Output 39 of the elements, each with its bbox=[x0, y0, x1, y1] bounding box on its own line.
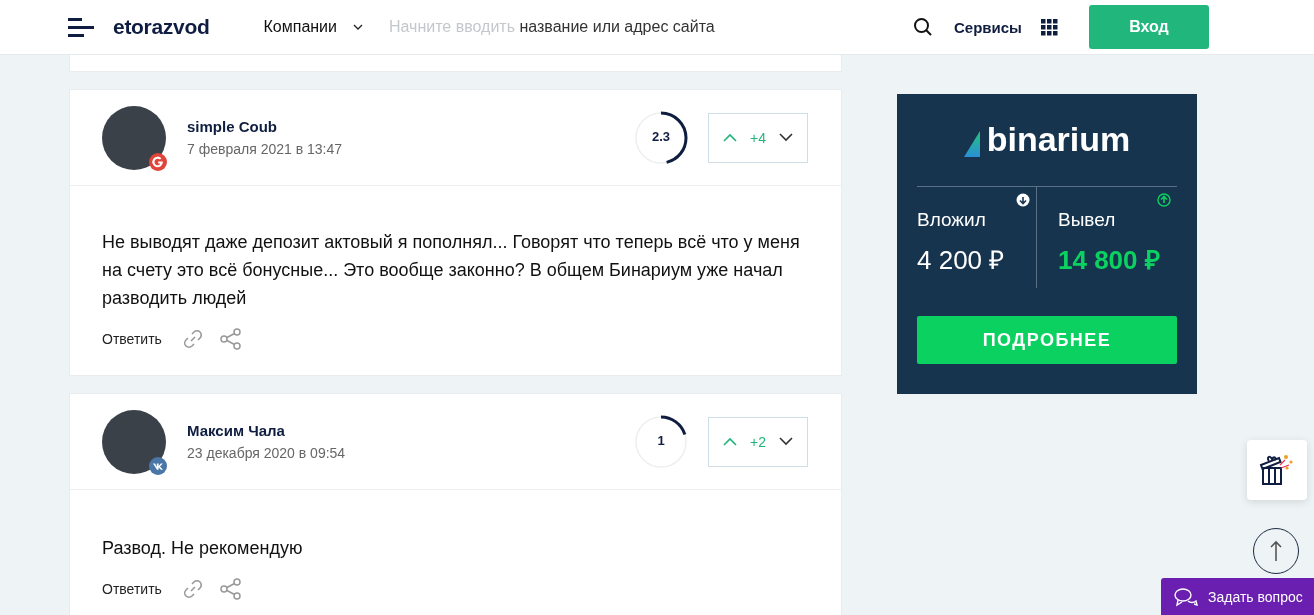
site-logo[interactable]: etorazvod bbox=[113, 15, 210, 39]
vote-count: +2 bbox=[750, 433, 766, 450]
rating-circle: 2.3 bbox=[634, 110, 688, 165]
stat-label: Вывел bbox=[1058, 209, 1117, 231]
review-text: Не выводят даже депозит актовый я пополнял... Говорят что теперь всё что у меня на счету это всё бонусные... Это вообще законно? В общем Бинариум уже начал разводить людей bbox=[102, 231, 801, 310]
chevron-down-icon bbox=[353, 24, 363, 30]
review-text: Развод. Не рекомендую bbox=[102, 537, 304, 560]
downvote-icon[interactable] bbox=[779, 133, 793, 142]
chat-bubbles-icon bbox=[1174, 586, 1198, 607]
author-name[interactable]: simple Coub bbox=[187, 118, 634, 135]
companies-dropdown[interactable]: Компании bbox=[263, 18, 363, 36]
stat-value: 4 200 ₽ bbox=[917, 244, 1006, 277]
gift-icon bbox=[1259, 453, 1295, 487]
stat-value: 14 800 ₽ bbox=[1058, 244, 1161, 277]
triangle-logo-icon bbox=[963, 131, 980, 157]
share-icon[interactable] bbox=[219, 578, 242, 600]
services-link[interactable]: Сервисы bbox=[954, 18, 1022, 36]
reply-link[interactable]: Ответить bbox=[102, 581, 162, 597]
downvote-icon[interactable] bbox=[779, 437, 793, 446]
upvote-icon[interactable] bbox=[723, 437, 737, 446]
ad-logo: binarium bbox=[986, 121, 1131, 157]
menu-icon[interactable] bbox=[68, 17, 94, 37]
upvote-icon[interactable] bbox=[723, 133, 737, 142]
search-field[interactable]: Начните вводить название или адрес сайта bbox=[389, 18, 889, 36]
ask-question-button[interactable]: Задать вопрос bbox=[1161, 578, 1314, 615]
link-icon[interactable] bbox=[181, 578, 204, 600]
reply-link[interactable]: Ответить bbox=[102, 331, 162, 347]
stat-label: Вложил bbox=[917, 209, 987, 231]
review-date: 7 февраля 2021 в 13:47 bbox=[187, 141, 344, 157]
search-icon[interactable] bbox=[913, 17, 933, 37]
review-date: 23 декабря 2020 в 09:54 bbox=[187, 445, 347, 461]
author-name[interactable]: Максим Чала bbox=[187, 422, 634, 439]
gift-button[interactable] bbox=[1247, 440, 1307, 500]
share-icon[interactable] bbox=[219, 328, 242, 350]
link-icon[interactable] bbox=[181, 328, 204, 350]
rating-circle: 1 bbox=[634, 414, 688, 469]
arrow-up-icon bbox=[1270, 540, 1282, 562]
grid-icon[interactable] bbox=[1040, 18, 1058, 36]
vote-count: +4 bbox=[750, 129, 766, 146]
